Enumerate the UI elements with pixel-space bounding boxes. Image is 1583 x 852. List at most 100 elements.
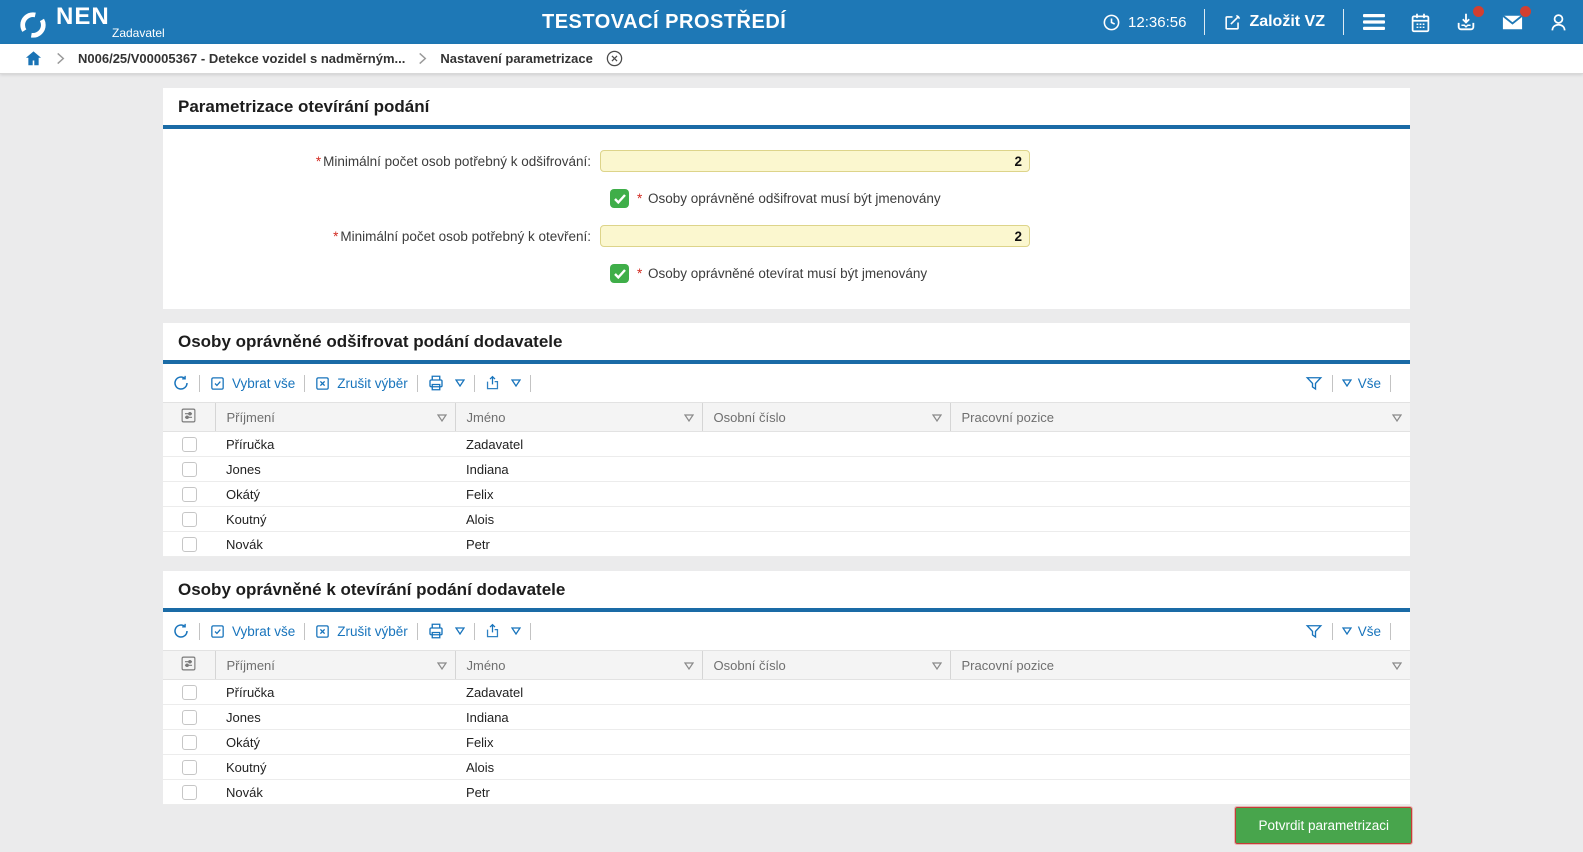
brand-role: Zadavatel [112, 27, 165, 39]
confirm-parametrization-button[interactable]: Potvrdit parametrizaci [1235, 807, 1412, 844]
home-icon[interactable] [24, 49, 43, 68]
column-label: Příjmení [227, 410, 275, 425]
select-all-button[interactable]: Vybrat vše [209, 375, 295, 392]
row-checkbox[interactable] [182, 710, 197, 725]
table-cell [950, 755, 1410, 780]
close-tab-icon[interactable] [605, 49, 624, 68]
refresh-icon [172, 622, 190, 640]
column-header-personal-number[interactable]: Osobní číslo [702, 403, 950, 432]
column-filter-icon[interactable] [932, 662, 942, 670]
row-checkbox[interactable] [182, 785, 197, 800]
row-checkbox-cell [163, 532, 215, 557]
row-checkbox[interactable] [182, 487, 197, 502]
nen-logo[interactable]: NEN Zadavatel [18, 5, 165, 40]
filter-button[interactable] [1305, 622, 1323, 640]
filter-button[interactable] [1305, 374, 1323, 392]
column-filter-icon[interactable] [437, 414, 447, 422]
row-checkbox[interactable] [182, 760, 197, 775]
table-row: OkátýFelix [163, 730, 1410, 755]
downloads-button[interactable] [1455, 11, 1477, 33]
column-header-personal-number[interactable]: Osobní číslo [702, 651, 950, 680]
row-checkbox[interactable] [182, 735, 197, 750]
table-row: PříručkaZadavatel [163, 432, 1410, 457]
row-checkbox[interactable] [182, 437, 197, 452]
main-content: Parametrizace otevírání podání *Minimáln… [0, 74, 1583, 844]
create-vz-button[interactable]: Založit VZ [1223, 13, 1325, 32]
column-filter-icon[interactable] [684, 414, 694, 422]
form-row-open-count: *Minimální počet osob potřebný k otevřen… [163, 225, 1410, 247]
table-cell [950, 730, 1410, 755]
print-button[interactable] [427, 374, 465, 392]
decrypt-count-input[interactable]: 2 [600, 150, 1030, 172]
refresh-button[interactable] [172, 374, 190, 392]
refresh-button[interactable] [172, 622, 190, 640]
profile-button[interactable] [1548, 12, 1569, 33]
decrypt-persons-panel: Osoby oprávněné odšifrovat podání dodava… [163, 323, 1410, 557]
sliders-icon [180, 407, 197, 424]
filter-scope-dropdown[interactable]: Vše [1342, 376, 1381, 391]
column-filter-icon[interactable] [1392, 662, 1402, 670]
check-icon [614, 269, 626, 279]
grid-toolbar-right: Vše [1305, 622, 1400, 640]
funnel-icon [1305, 622, 1323, 640]
required-marker: * [316, 154, 321, 169]
table-row: NovákPetr [163, 532, 1410, 557]
open-count-input[interactable]: 2 [600, 225, 1030, 247]
breadcrumb-item-contract[interactable]: N006/25/V00005367 - Detekce vozidel s na… [78, 51, 405, 66]
clear-selection-button[interactable]: Zrušit výběr [314, 375, 408, 392]
print-button[interactable] [427, 622, 465, 640]
clear-selection-icon [314, 623, 331, 640]
open-persons-table: Příjmení Jméno Osobní číslo Pracovní poz… [163, 650, 1410, 805]
row-checkbox-cell [163, 755, 215, 780]
table-cell: Petr [455, 532, 702, 557]
refresh-icon [172, 374, 190, 392]
grid-toolbar: Vybrat vše Zrušit výběr [163, 364, 1410, 402]
column-settings-header[interactable] [163, 403, 215, 432]
export-button[interactable] [484, 374, 521, 392]
row-checkbox[interactable] [182, 537, 197, 552]
column-label: Osobní číslo [714, 658, 786, 673]
clear-selection-button[interactable]: Zrušit výběr [314, 623, 408, 640]
export-button[interactable] [484, 622, 521, 640]
column-header-firstname[interactable]: Jméno [455, 403, 702, 432]
column-filter-icon[interactable] [684, 662, 694, 670]
table-cell [702, 432, 950, 457]
table-cell: Jones [215, 457, 455, 482]
open-count-label-text: Minimální počet osob potřebný k otevření… [340, 229, 591, 244]
messages-badge [1520, 6, 1531, 17]
decrypt-count-label: *Minimální počet osob potřebný k odšifro… [163, 154, 600, 169]
messages-button[interactable] [1501, 11, 1524, 34]
column-header-surname[interactable]: Příjmení [215, 403, 455, 432]
column-settings-header[interactable] [163, 651, 215, 680]
column-filter-icon[interactable] [932, 414, 942, 422]
breadcrumb-item-current[interactable]: Nastavení parametrizace [440, 51, 592, 66]
column-filter-icon[interactable] [1392, 414, 1402, 422]
table-body: PříručkaZadavatelJonesIndianaOkátýFelixK… [163, 680, 1410, 805]
row-checkbox[interactable] [182, 462, 197, 477]
column-header-position[interactable]: Pracovní pozice [950, 651, 1410, 680]
row-checkbox[interactable] [182, 685, 197, 700]
menu-button[interactable] [1362, 12, 1386, 32]
calendar-button[interactable] [1410, 12, 1431, 33]
column-header-position[interactable]: Pracovní pozice [950, 403, 1410, 432]
column-label: Osobní číslo [714, 410, 786, 425]
row-checkbox[interactable] [182, 512, 197, 527]
filter-scope-dropdown[interactable]: Vše [1342, 624, 1381, 639]
column-label: Pracovní pozice [962, 658, 1055, 673]
hamburger-icon [1362, 12, 1386, 32]
column-header-surname[interactable]: Příjmení [215, 651, 455, 680]
form-row-decrypt-count: *Minimální počet osob potřebný k odšifro… [163, 150, 1410, 172]
decrypt-named-checkbox[interactable] [610, 189, 629, 208]
user-icon [1548, 12, 1569, 33]
select-all-button[interactable]: Vybrat vše [209, 623, 295, 640]
dropdown-triangle-icon [1342, 379, 1352, 387]
open-named-checkbox[interactable] [610, 264, 629, 283]
column-filter-icon[interactable] [437, 662, 447, 670]
table-cell: Alois [455, 755, 702, 780]
table-cell: Příručka [215, 680, 455, 705]
select-all-icon [209, 375, 226, 392]
row-checkbox-cell [163, 730, 215, 755]
filter-scope-label: Vše [1358, 376, 1381, 391]
grid-toolbar: Vybrat vše Zrušit výběr [163, 612, 1410, 650]
column-header-firstname[interactable]: Jméno [455, 651, 702, 680]
